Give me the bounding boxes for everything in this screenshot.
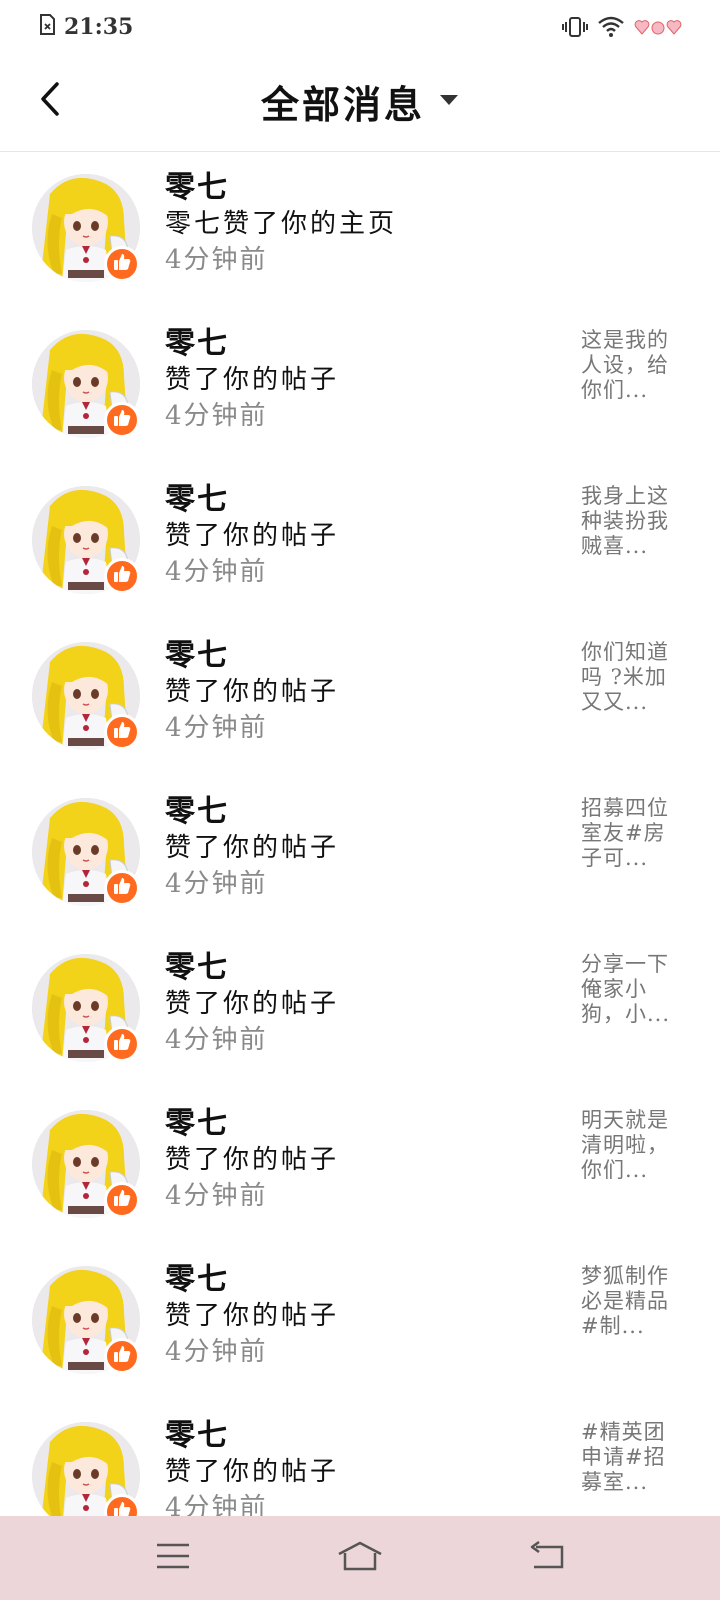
like-badge [104,1182,140,1218]
system-nav-bar [0,1516,720,1600]
menu-button[interactable] [128,1528,218,1588]
message-time: 4分钟前 [165,713,268,743]
sender-name[interactable]: 零七 [165,638,545,674]
message-action: 赞了你的帖子 [165,1457,340,1487]
message-action: 赞了你的帖子 [165,989,340,1019]
message-text: 零七 赞了你的帖子 4分钟前 [165,1262,545,1370]
thumbs-up-icon [112,1500,132,1516]
message-item[interactable]: 零七 赞了你的帖子 4分钟前 #精英团申请#招募室... [0,1400,720,1516]
header: 全部消息 [0,54,720,152]
sender-name[interactable]: 零七 [165,794,545,830]
title-dropdown[interactable]: 全部消息 [0,74,720,129]
status-time: 21:35 [64,14,134,40]
post-preview[interactable]: 我身上这种装扮我贼喜... [581,484,685,559]
message-action: 赞了你的帖子 [165,677,340,707]
page-title: 全部消息 [260,82,425,127]
message-action: 赞了你的帖子 [165,1301,340,1331]
wifi-icon [598,16,624,38]
message-item[interactable]: 零七 赞了你的帖子 4分钟前 梦狐制作必是精品#制... [0,1244,720,1400]
message-time: 4分钟前 [165,1337,268,1367]
message-text: 零七 赞了你的帖子 4分钟前 [165,1106,545,1214]
sender-name[interactable]: 零七 [165,950,545,986]
caret-down-icon [439,92,459,111]
like-badge [104,246,140,282]
no-sim-icon [38,14,56,40]
sender-name[interactable]: 零七 [165,1418,545,1454]
message-item[interactable]: 零七 赞了你的帖子 4分钟前 你们知道吗 ?米加又又... [0,620,720,776]
like-badge [104,1026,140,1062]
message-item[interactable]: 零七 赞了你的帖子 4分钟前 招募四位室友#房子可... [0,776,720,932]
message-text: 零七 赞了你的帖子 4分钟前 [165,950,545,1058]
battery-hearts-icon [634,17,682,37]
message-item[interactable]: 零七 赞了你的帖子 4分钟前 我身上这种装扮我贼喜... [0,464,720,620]
message-text: 零七 赞了你的帖子 4分钟前 [165,638,545,746]
message-item[interactable]: 零七 零七赞了你的主页 4分钟前 [0,152,720,308]
sender-name[interactable]: 零七 [165,1106,545,1142]
home-icon [336,1540,384,1576]
like-badge [104,870,140,906]
status-left: 21:35 [38,14,133,40]
post-preview[interactable]: #精英团申请#招募室... [581,1420,685,1495]
like-badge [104,1338,140,1374]
post-preview[interactable]: 这是我的人设，给你们... [581,328,685,403]
thumbs-up-icon [112,1188,132,1212]
home-button[interactable] [315,1528,405,1588]
thumbs-up-icon [112,1032,132,1056]
message-item[interactable]: 零七 赞了你的帖子 4分钟前 分享一下俺家小狗，小... [0,932,720,1088]
sender-name[interactable]: 零七 [165,482,545,518]
message-time: 4分钟前 [165,1493,268,1516]
sender-name[interactable]: 零七 [165,170,545,206]
message-time: 4分钟前 [165,557,268,587]
vibrate-icon [562,16,588,38]
message-text: 零七 零七赞了你的主页 4分钟前 [165,170,545,278]
post-preview[interactable]: 梦狐制作必是精品#制... [581,1264,685,1339]
message-action: 赞了你的帖子 [165,365,340,395]
message-action: 赞了你的帖子 [165,833,340,863]
thumbs-up-icon [112,1344,132,1368]
message-action: 赞了你的帖子 [165,1145,340,1175]
message-time: 4分钟前 [165,869,268,899]
menu-icon [155,1542,191,1574]
message-text: 零七 赞了你的帖子 4分钟前 [165,326,545,434]
message-action: 零七赞了你的主页 [165,209,398,239]
like-badge [104,714,140,750]
sender-name[interactable]: 零七 [165,1262,545,1298]
post-preview[interactable]: 明天就是清明啦，你们... [581,1108,685,1183]
post-preview[interactable]: 招募四位室友#房子可... [581,796,685,871]
thumbs-up-icon [112,408,132,432]
like-badge [104,558,140,594]
message-text: 零七 赞了你的帖子 4分钟前 [165,1418,545,1516]
message-text: 零七 赞了你的帖子 4分钟前 [165,794,545,902]
like-badge [104,402,140,438]
post-preview[interactable]: 你们知道吗 ?米加又又... [581,640,685,715]
thumbs-up-icon [112,720,132,744]
message-action: 赞了你的帖子 [165,521,340,551]
message-time: 4分钟前 [165,245,268,275]
sender-name[interactable]: 零七 [165,326,545,362]
message-time: 4分钟前 [165,401,268,431]
thumbs-up-icon [112,876,132,900]
back-nav-button[interactable] [502,1528,592,1588]
message-time: 4分钟前 [165,1181,268,1211]
thumbs-up-icon [112,252,132,276]
message-list: 零七 零七赞了你的主页 4分钟前 零七 赞了你的帖子 4分钟前 这是我的人设，给… [0,152,720,1516]
message-item[interactable]: 零七 赞了你的帖子 4分钟前 明天就是清明啦，你们... [0,1088,720,1244]
back-icon [528,1540,566,1575]
status-right [562,16,682,38]
thumbs-up-icon [112,564,132,588]
message-time: 4分钟前 [165,1025,268,1055]
post-preview[interactable]: 分享一下俺家小狗，小... [581,952,685,1027]
status-bar: 21:35 [0,0,720,54]
message-item[interactable]: 零七 赞了你的帖子 4分钟前 这是我的人设，给你们... [0,308,720,464]
message-text: 零七 赞了你的帖子 4分钟前 [165,482,545,590]
